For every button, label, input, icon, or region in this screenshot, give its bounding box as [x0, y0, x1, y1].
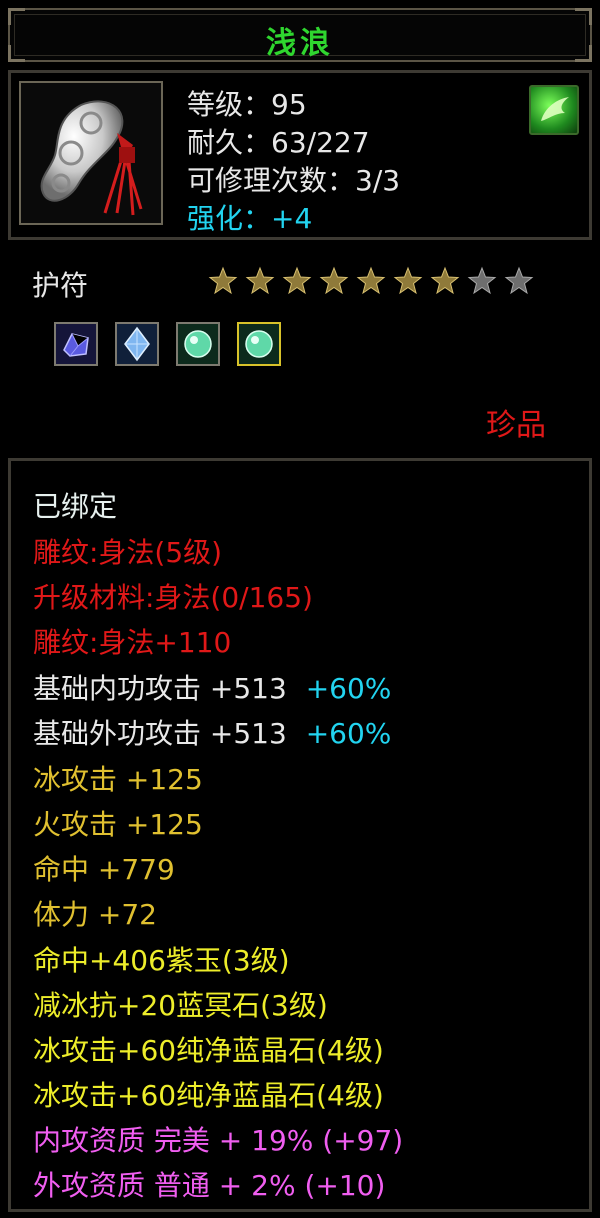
item-category-section: 护符 珍品: [8, 244, 592, 444]
purple-gem-icon[interactable]: [54, 322, 98, 366]
rarity-label: 珍品: [486, 408, 546, 443]
star-filled-icon: [208, 266, 238, 295]
attr-inner-attack: 基础内功攻击 +513 +60%: [33, 667, 391, 707]
attr-outer-attack-percent: +60%: [305, 717, 392, 750]
inner-quality: 内攻资质 完美 + 19% (+97): [33, 1124, 404, 1157]
star-filled-icon: [282, 266, 312, 295]
star-rating: [208, 266, 541, 296]
green-jade-icon[interactable]: [237, 322, 282, 366]
item-level: 等级：95: [187, 88, 307, 121]
gem-attr-2: 减冰抗+20蓝冥石(3级): [33, 989, 328, 1022]
star-filled-icon: [393, 266, 423, 295]
attr-carve-bonus: 雕纹:身法+110: [33, 626, 232, 659]
item-header-panel: 等级：95 耐久：63/227 可修理次数：3/3 强化：+4: [8, 70, 592, 240]
attr-stamina: 体力 +72: [33, 898, 157, 931]
gem-slots: [54, 322, 293, 366]
item-repair-count: 可修理次数：3/3: [187, 164, 401, 197]
title-bar: 浅浪: [8, 8, 592, 62]
attr-carve-level: 雕纹:身法(5级): [33, 536, 223, 569]
item-category-label: 护符: [32, 269, 89, 302]
bound-status: 已绑定: [33, 490, 118, 523]
green-jade-art: [239, 324, 280, 364]
green-jade-art: [178, 324, 219, 364]
blue-crystal-art: [117, 324, 158, 364]
star-filled-icon: [430, 266, 460, 295]
star-filled-icon: [356, 266, 386, 295]
attr-fire-attack: 火攻击 +125: [33, 808, 203, 841]
green-jade-icon[interactable]: [176, 322, 221, 366]
green-flame-badge-icon: [529, 85, 579, 135]
star-filled-icon: [245, 266, 275, 295]
attr-outer-attack: 基础外功攻击 +513 +60%: [33, 712, 391, 752]
outer-quality: 外攻资质 普通 + 2% (+10): [33, 1169, 386, 1202]
star-empty-icon: [504, 266, 534, 295]
attr-upgrade-material: 升级材料:身法(0/165): [33, 581, 313, 614]
blue-crystal-icon[interactable]: [115, 322, 160, 366]
star-empty-icon: [467, 266, 497, 295]
jade-amulet-icon[interactable]: [19, 81, 163, 225]
attr-ice-attack: 冰攻击 +125: [33, 763, 203, 796]
attr-outer-attack-value: 基础外功攻击 +513: [33, 717, 287, 750]
gem-attr-3: 冰攻击+60纯净蓝晶石(4级): [33, 1034, 384, 1067]
item-enhance-level: 强化：+4: [187, 202, 313, 235]
green-flame-icon: [541, 97, 569, 121]
attr-inner-attack-percent: +60%: [305, 672, 392, 705]
purple-gem-art: [56, 324, 96, 364]
jade-amulet-icon-art: [40, 100, 143, 216]
attr-inner-attack-value: 基础内功攻击 +513: [33, 672, 287, 705]
item-name: 浅浪: [266, 26, 334, 61]
item-durability: 耐久：63/227: [187, 126, 370, 159]
gem-attr-4: 冰攻击+60纯净蓝晶石(4级): [33, 1079, 384, 1112]
attributes-panel: 已绑定 雕纹:身法(5级) 升级材料:身法(0/165) 雕纹:身法+110 基…: [8, 458, 592, 1212]
gem-attr-1: 命中+406紫玉(3级): [33, 944, 290, 977]
attr-hit: 命中 +779: [33, 853, 175, 886]
star-filled-icon: [319, 266, 349, 295]
